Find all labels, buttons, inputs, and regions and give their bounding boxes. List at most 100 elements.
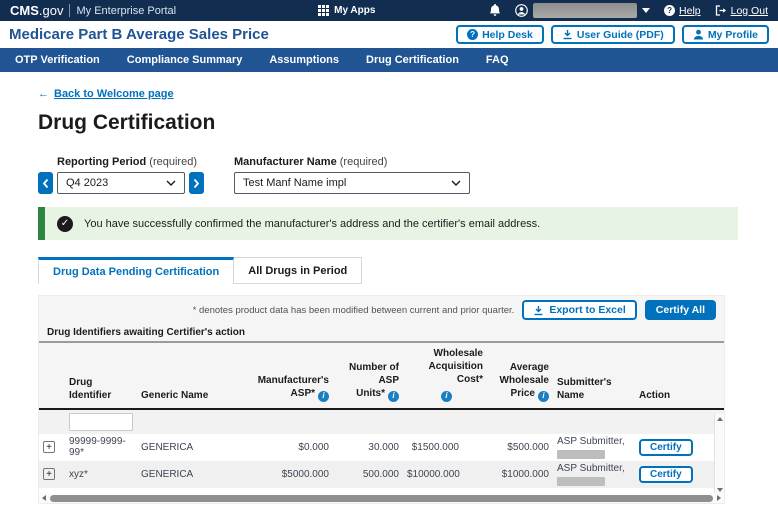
grid-icon [318, 5, 330, 16]
cell-awp: $1000.000 [501, 468, 549, 480]
nav-item-faq[interactable]: FAQ [486, 54, 509, 66]
user-menu[interactable] [515, 3, 651, 18]
nav-item-drug-certification[interactable]: Drug Certification [366, 54, 459, 66]
cell-generic-name: GENERICA [141, 441, 194, 453]
cell-asp-units: 30.000 [368, 441, 399, 453]
user-guide-label: User Guide (PDF) [576, 28, 664, 41]
manufacturer-field: Manufacturer Name (required) Test Manf N… [234, 156, 470, 194]
help-icon: ? [664, 5, 676, 16]
horizontal-scrollbar[interactable] [39, 493, 724, 503]
help-desk-button[interactable]: ? Help Desk [456, 25, 544, 44]
table-row: + 99999-9999-99* GENERICA $0.000 30.000 … [39, 434, 724, 461]
help-link[interactable]: ? Help [664, 5, 701, 17]
nav-item-compliance-summary[interactable]: Compliance Summary [127, 54, 243, 66]
reporting-period-field: Reporting Period (required) Q4 2023 [38, 156, 204, 194]
scroll-up-arrow-icon[interactable] [716, 417, 723, 421]
user-icon [515, 4, 528, 17]
download-icon [563, 30, 572, 40]
info-icon[interactable]: i [538, 390, 549, 402]
sub-header: Medicare Part B Average Sales Price ? He… [0, 21, 778, 48]
manufacturer-label: Manufacturer Name (required) [234, 156, 388, 168]
user-guide-button[interactable]: User Guide (PDF) [550, 25, 675, 44]
chevron-right-icon [193, 178, 200, 188]
info-icon[interactable]: i [318, 390, 329, 402]
cell-manufacturers-asp: $0.000 [298, 441, 329, 453]
certify-button[interactable]: Certify [639, 438, 693, 456]
nav-item-assumptions[interactable]: Assumptions [269, 54, 339, 66]
cell-submitter: ASP Submitter, [553, 461, 635, 488]
help-label: Help [679, 4, 701, 17]
certify-button[interactable]: Certify [639, 465, 693, 483]
cell-drug-identifier: 99999-9999-99* [69, 436, 126, 459]
chevron-down-icon [166, 180, 176, 186]
redacted-submitter-name [557, 449, 605, 459]
nav-item-otp-verification[interactable]: OTP Verification [15, 54, 100, 66]
tab-all-drugs-in-period[interactable]: All Drugs in Period [234, 257, 363, 284]
col-drug-identifier: Drug Identifier [65, 343, 137, 410]
export-to-excel-button[interactable]: Export to Excel [522, 300, 637, 320]
cell-generic-name: GENERICA [141, 468, 194, 480]
top-bar: CMS .gov My Enterprise Portal My Apps ? H… [0, 0, 778, 21]
certify-all-button[interactable]: Certify All [644, 300, 716, 320]
scroll-right-arrow-icon[interactable] [717, 495, 721, 501]
col-generic-name: Generic Name [137, 343, 245, 410]
person-icon [693, 29, 704, 40]
scroll-down-arrow-icon[interactable] [716, 488, 723, 492]
brand-divider [69, 4, 71, 17]
my-apps-button[interactable]: My Apps [318, 5, 375, 16]
info-icon[interactable]: i [441, 390, 452, 402]
next-period-button[interactable] [189, 172, 204, 194]
table-toolbar: * denotes product data has been modified… [39, 296, 724, 324]
expand-row-button[interactable]: + [43, 441, 55, 454]
col-action: Action [635, 343, 724, 410]
my-apps-label: My Apps [334, 5, 376, 16]
cell-submitter: ASP Submitter, [553, 434, 635, 461]
table-header-row: Drug Identifier Generic Name Manufacture… [39, 343, 724, 410]
logout-icon [715, 5, 726, 16]
previous-period-button[interactable] [38, 172, 53, 194]
scroll-left-arrow-icon[interactable] [42, 495, 46, 501]
drug-identifier-filter-input[interactable] [69, 412, 133, 431]
info-icon[interactable]: i [388, 390, 399, 402]
cell-wac: $1500.000 [411, 441, 459, 453]
back-link-label: Back to Welcome page [54, 88, 174, 100]
header-buttons: ? Help Desk User Guide (PDF) My Profile [456, 25, 769, 44]
check-icon: ✓ [57, 215, 73, 232]
drug-table: Drug Identifier Generic Name Manufacture… [39, 343, 724, 488]
vertical-scrollbar[interactable] [714, 414, 724, 495]
manufacturer-select[interactable]: Test Manf Name impl [234, 172, 470, 194]
col-average-wholesale-price: Average Wholesale Price i [487, 343, 553, 410]
col-wholesale-acquisition-cost: Wholesale Acquisition Cost* i [403, 343, 487, 410]
chevron-left-icon [42, 178, 49, 188]
cms-logo[interactable]: CMS .gov My Enterprise Portal [10, 3, 176, 18]
table-row: + xyz* GENERICA $5000.000 500.000 $10000… [39, 460, 724, 488]
reporting-period-select[interactable]: Q4 2023 [57, 172, 185, 194]
filter-form: Reporting Period (required) Q4 2023 Manu… [38, 156, 738, 194]
cell-drug-identifier: xyz* [69, 468, 88, 480]
reporting-period-label: Reporting Period (required) [57, 156, 197, 168]
main-content: ← Back to Welcome page Drug Certificatio… [0, 72, 778, 504]
filter-row [39, 408, 724, 434]
chevron-down-icon [642, 8, 651, 13]
tab-drug-data-pending-certification[interactable]: Drug Data Pending Certification [38, 257, 235, 284]
chevron-down-icon [451, 180, 461, 186]
redacted-submitter-name [557, 476, 605, 486]
horizontal-scroll-thumb[interactable] [50, 494, 713, 502]
col-manufacturers-asp: Manufacturer's ASP* i [245, 343, 333, 410]
redacted-username [533, 3, 638, 18]
my-profile-label: My Profile [707, 28, 758, 41]
help-desk-label: Help Desk [482, 28, 533, 41]
col-expand [39, 343, 65, 410]
drug-table-panel: * denotes product data has been modified… [38, 295, 725, 504]
back-to-welcome-link[interactable]: ← Back to Welcome page [38, 88, 174, 100]
my-profile-button[interactable]: My Profile [681, 25, 769, 44]
logout-link[interactable]: Log Out [715, 5, 768, 17]
cell-manufacturers-asp: $5000.000 [281, 468, 329, 480]
export-label: Export to Excel [549, 304, 626, 316]
page-title: Drug Certification [38, 111, 216, 134]
manufacturer-value: Test Manf Name impl [243, 177, 347, 189]
expand-row-button[interactable]: + [43, 468, 55, 481]
bell-icon[interactable] [489, 4, 501, 17]
cell-asp-units: 500.000 [362, 468, 399, 480]
table-section-title: Drug Identifiers awaiting Certifier's ac… [39, 324, 724, 343]
